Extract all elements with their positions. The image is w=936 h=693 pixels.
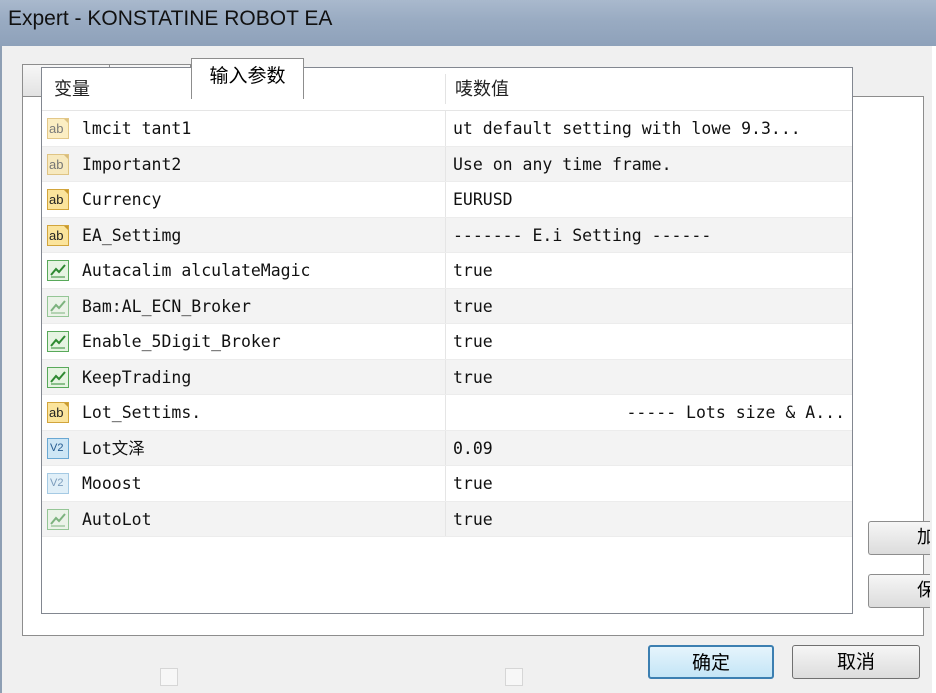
- table-row[interactable]: ab lmcit tant1 ut default setting with low…: [42, 111, 852, 147]
- param-value[interactable]: ----- Lots size & A...: [453, 395, 845, 430]
- table-body: ab lmcit tant1 ut default setting with low…: [42, 111, 852, 537]
- number-param-icon: V2: [47, 437, 69, 459]
- param-name: KeepTrading: [82, 367, 192, 387]
- bool-param-icon: [47, 260, 69, 281]
- parameters-table[interactable]: 变量 唛数值 ab lmcit tant1 ut default setting w…: [41, 67, 853, 614]
- table-row[interactable]: ab Important2 Use on any time frame.: [42, 146, 852, 182]
- column-separator: [445, 111, 446, 147]
- param-value[interactable]: true: [453, 360, 845, 395]
- table-header: 变量 唛数值: [42, 68, 852, 111]
- table-row[interactable]: V2 Mooost true: [42, 466, 852, 502]
- text-param-icon: ab: [47, 153, 69, 175]
- faded-checkbox: [505, 668, 523, 686]
- column-separator: [445, 359, 446, 395]
- table-row[interactable]: Enable_5Digit_Broker true: [42, 324, 852, 360]
- table-row[interactable]: V2 Lot文泽 0.09: [42, 430, 852, 466]
- param-name: Currency: [82, 190, 162, 209]
- column-separator: [445, 288, 446, 324]
- param-name: Autacalim alculateMagic: [82, 261, 311, 280]
- table-row[interactable]: Bam:AL_ECN_Broker true: [42, 288, 852, 324]
- faded-checkbox: [160, 668, 178, 686]
- table-row[interactable]: AutoLot true: [42, 501, 852, 537]
- header-variable[interactable]: 变量: [54, 68, 90, 110]
- text-param-icon: ab: [47, 189, 69, 210]
- column-separator: [445, 324, 446, 360]
- param-value[interactable]: Use on any time frame.: [453, 147, 845, 182]
- column-separator: [445, 466, 446, 502]
- param-value[interactable]: ut default setting with lowe 9.3...: [453, 111, 845, 146]
- param-name: Mooost: [82, 474, 142, 493]
- row-separator: [42, 536, 852, 537]
- param-name: lmcit tant1: [82, 119, 192, 138]
- column-separator: [445, 430, 446, 466]
- param-value[interactable]: ------- E.i Setting ------: [453, 218, 845, 253]
- column-separator: [445, 217, 446, 253]
- save-button[interactable]: 保: [868, 574, 930, 608]
- param-name: Lot_Settims.: [82, 403, 202, 422]
- bool-param-icon: [47, 508, 69, 530]
- param-value[interactable]: true: [453, 502, 845, 537]
- load-button[interactable]: 加: [868, 521, 930, 555]
- param-value[interactable]: true: [453, 466, 845, 501]
- window-titlebar[interactable]: Expert - KONSTATINE ROBOT EA: [0, 0, 936, 46]
- header-value[interactable]: 唛数值: [455, 68, 509, 110]
- ok-button[interactable]: 确定: [648, 645, 774, 679]
- param-value[interactable]: true: [453, 253, 845, 288]
- param-name: Important2: [82, 154, 182, 174]
- save-button-label: 保: [917, 580, 930, 601]
- column-separator: [445, 182, 446, 218]
- column-separator: [445, 253, 446, 289]
- param-value[interactable]: true: [453, 324, 845, 359]
- window-title: Expert - KONSTATINE ROBOT EA: [8, 7, 333, 30]
- param-name: AutoLot: [82, 509, 152, 529]
- number-param-icon: V2: [47, 473, 69, 494]
- param-name: Enable_5Digit_Broker: [82, 332, 281, 351]
- header-separator: [445, 74, 446, 104]
- text-param-icon: ab: [47, 224, 69, 246]
- param-value[interactable]: EURUSD: [453, 182, 845, 217]
- table-row[interactable]: Autacalim alculateMagic true: [42, 253, 852, 289]
- param-value[interactable]: 0.09: [453, 431, 845, 466]
- tab-inputs[interactable]: 输入参数: [191, 58, 304, 99]
- text-param-icon: ab: [47, 402, 69, 423]
- cancel-button[interactable]: 取消: [792, 645, 920, 679]
- table-row[interactable]: ab Currency EURUSD: [42, 182, 852, 218]
- text-param-icon: ab: [47, 118, 69, 139]
- bool-param-icon: [47, 331, 69, 352]
- bool-param-icon: [47, 366, 69, 388]
- param-name: EA_Settimg: [82, 225, 182, 245]
- bool-param-icon: [47, 295, 69, 317]
- table-row[interactable]: ab EA_Settimg ------- E.i Setting ------: [42, 217, 852, 253]
- param-name: Bam:AL_ECN_Broker: [82, 296, 251, 316]
- load-button-label: 加: [917, 527, 930, 548]
- table-row[interactable]: ab Lot_Settims. ----- Lots size & A...: [42, 395, 852, 431]
- param-name: Lot文泽: [82, 438, 145, 458]
- column-separator: [445, 146, 446, 182]
- column-separator: [445, 395, 446, 431]
- param-value[interactable]: true: [453, 289, 845, 324]
- table-row[interactable]: KeepTrading true: [42, 359, 852, 395]
- tab-inputs-label: 输入参数: [209, 65, 286, 87]
- column-separator: [445, 501, 446, 537]
